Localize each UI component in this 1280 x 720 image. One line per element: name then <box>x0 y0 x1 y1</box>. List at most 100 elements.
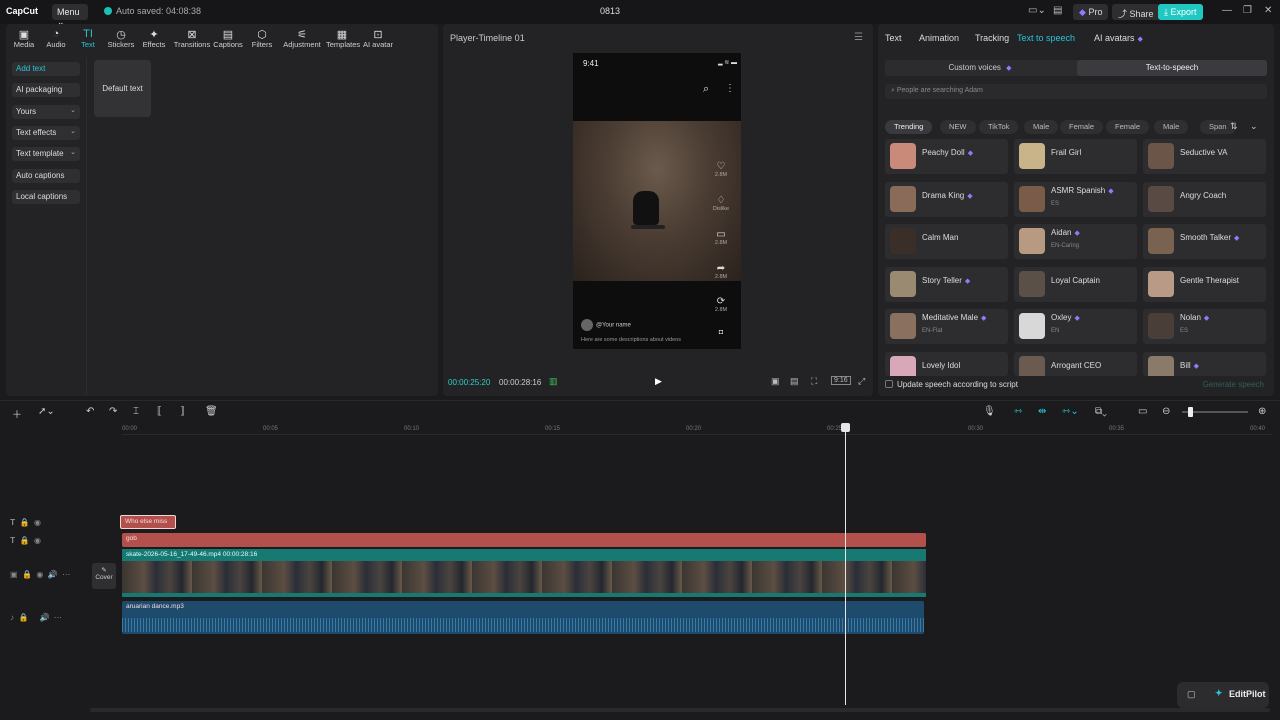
shortcut-icon[interactable]: ▤ <box>1053 5 1062 16</box>
video-clip[interactable] <box>122 561 926 596</box>
sidebar-item-text-template[interactable]: Text template ⌄ <box>12 147 80 162</box>
voice-card-arrogant-ceo[interactable]: Arrogant CEO <box>1014 351 1137 376</box>
voice-card-story-teller[interactable]: Story Teller ◆ <box>885 266 1008 302</box>
preview-quality-icon[interactable]: ▣ <box>771 376 780 387</box>
pro-button[interactable]: ◆ Pro <box>1073 4 1109 20</box>
tool-media[interactable]: ▣ Media <box>8 28 40 49</box>
tab-ai-avatars[interactable]: AI avatars ◆ <box>1094 33 1143 43</box>
audio-clip[interactable]: aruarian dance.mp3 <box>122 601 924 634</box>
export-button[interactable]: ⤓ Export <box>1158 4 1203 20</box>
audio-track-controls[interactable]: ♪ 🔒 🔊 ⋯ <box>10 613 62 622</box>
text-clip-2[interactable]: gob <box>122 533 926 547</box>
aspect-ratio-button[interactable]: 9:16 <box>831 376 851 385</box>
voice-card-seductive-va[interactable]: Seductive VA <box>1143 139 1266 174</box>
main-track-magnet-icon[interactable]: ⇿ <box>1014 406 1022 417</box>
redo-icon[interactable]: ↷ <box>109 406 117 417</box>
video-track-controls[interactable]: ▣ 🔒 ◉ 🔊 ⋯ <box>10 570 70 579</box>
timeline-scrollbar[interactable] <box>90 708 1270 712</box>
text-clip-1[interactable]: Who else miss <box>120 515 176 529</box>
record-voice-icon[interactable]: 🎙 <box>983 406 996 417</box>
voice-card-drama-king[interactable]: Drama King ◆ <box>885 181 1008 217</box>
filter-chip-female[interactable]: Female <box>1060 120 1104 134</box>
editpilot-button[interactable]: ▢ ✦ EditPilot <box>1177 682 1269 708</box>
filter-chip-male[interactable]: Male <box>1024 120 1059 134</box>
fullscreen-icon[interactable]: ⤢ <box>858 376 865 387</box>
filter-chip-tiktok[interactable]: TikTok <box>979 120 1019 134</box>
voice-card-oxley[interactable]: Oxley ◆ EN <box>1014 309 1137 344</box>
voice-card-loyal-captain[interactable]: Loyal Captain <box>1014 266 1137 302</box>
share-button[interactable]: ⤴ Share <box>1112 4 1160 20</box>
tool-audio[interactable]: ◔ Audio <box>40 28 72 49</box>
tts-tab[interactable]: Text-to-speech <box>1077 60 1267 76</box>
playhead-handle[interactable] <box>841 423 850 432</box>
undo-icon[interactable]: ↶ <box>86 406 94 417</box>
add-track-icon[interactable]: ＋ <box>12 406 22 421</box>
default-text-card[interactable]: Default text <box>94 60 151 117</box>
zoom-in-icon[interactable]: ⊕ <box>1258 406 1266 417</box>
caption-icon[interactable]: ▭ <box>1138 406 1147 417</box>
voice-card-angry-coach[interactable]: Angry Coach <box>1143 181 1266 217</box>
split-icon[interactable]: ⌶ <box>133 406 139 417</box>
voice-card-lovely-idol[interactable]: Lovely Idol <box>885 351 1008 376</box>
tab-animation[interactable]: Animation <box>919 33 959 43</box>
voice-card-peachy-doll[interactable]: Peachy Doll ◆ <box>885 139 1008 174</box>
filter-chip-trending[interactable]: Trending <box>885 120 933 134</box>
tool-effects[interactable]: ✦ Effects <box>138 28 170 49</box>
video-clip-label[interactable]: skate-2026-05-16_17-49-46.mp4 00:00:28:1… <box>122 549 926 561</box>
close-icon[interactable]: ✕ <box>1264 5 1272 16</box>
voice-card-calm-man[interactable]: Calm Man <box>885 224 1008 259</box>
tool-text[interactable]: TI Text <box>72 28 104 49</box>
zoom-fit-icon[interactable]: ⛶ <box>811 376 817 387</box>
restore-icon[interactable]: ❐ <box>1243 5 1252 16</box>
sidebar-item-text-effects[interactable]: Text effects ⌄ <box>12 125 80 140</box>
voice-card-smooth-talker[interactable]: Smooth Talker ◆ <box>1143 224 1266 259</box>
sidebar-item-yours[interactable]: Yours ⌄ <box>12 104 80 119</box>
tool-stickers[interactable]: ◷ Stickers <box>105 28 137 49</box>
tool-transitions[interactable]: ⊠ Transitions <box>172 28 212 49</box>
tab-text[interactable]: Text <box>885 33 902 43</box>
voice-card-bill[interactable]: Bill ◆ <box>1143 351 1266 376</box>
preview-axis-icon[interactable]: ⧉⌄ <box>1095 406 1107 417</box>
delete-icon[interactable]: 🗑 <box>205 406 218 417</box>
voice-card-gentle-therapist[interactable]: Gentle Therapist <box>1143 266 1266 302</box>
voice-search-input[interactable]: ⌕ People are searching Adam <box>885 84 1267 99</box>
text-track-2-controls[interactable]: 𝐓 🔒 ◉ <box>10 536 41 546</box>
play-button[interactable]: ▶ <box>655 376 662 387</box>
tool-ai-avatar[interactable]: ⊡ AI avatar <box>362 28 394 49</box>
sidebar-item-local-captions[interactable]: Local captions <box>12 189 80 204</box>
project-name[interactable]: 0813 <box>600 6 620 16</box>
timeline-ruler[interactable]: 00:00 00:05 00:10 00:15 00:20 00:25 00:30 00:35… <box>122 425 1272 435</box>
zoom-slider-handle[interactable] <box>1188 407 1193 417</box>
filter-chip-male[interactable]: Male <box>1154 120 1189 134</box>
zoom-out-icon[interactable]: ⊖ <box>1162 406 1170 417</box>
text-track-1-controls[interactable]: 𝐓 🔒 ◉ <box>10 518 41 528</box>
voice-card-nolan[interactable]: Nolan ◆ ES <box>1143 309 1266 344</box>
filter-chip-female[interactable]: Female <box>1106 120 1150 134</box>
tab-tracking[interactable]: Tracking <box>975 33 1009 43</box>
linkage-icon[interactable]: ⇿⌄ <box>1062 406 1079 417</box>
tool-adjustment[interactable]: ⚟ Adjustment <box>280 28 324 49</box>
minimize-icon[interactable]: — <box>1222 5 1232 16</box>
cover-button[interactable]: ✎ Cover <box>92 563 116 589</box>
custom-voices-tab[interactable]: Custom voices ◆ <box>885 60 1075 76</box>
update-speech-checkbox[interactable]: Update speech according to script <box>885 380 1018 389</box>
trim-right-icon[interactable]: ⟧ <box>180 406 185 417</box>
sidebar-item-auto-captions[interactable]: Auto captions <box>12 168 80 183</box>
fullres-icon[interactable]: ▤ <box>790 376 799 387</box>
tab-text-to-speech[interactable]: Text to speech <box>1017 33 1075 43</box>
trim-left-icon[interactable]: ⟦ <box>157 406 162 417</box>
auto-snap-icon[interactable]: ⇹ <box>1038 406 1046 417</box>
voice-card-meditative-male[interactable]: Meditative Male ◆ EN-Flat <box>885 309 1008 344</box>
menu-button[interactable]: Menu ⌄ <box>52 4 88 27</box>
filter-dropdown-icon[interactable]: ⌄ <box>1250 121 1258 132</box>
sidebar-item-ai-packaging[interactable]: AI packaging <box>12 83 80 98</box>
voice-card-aidan[interactable]: Aidan ◆ EN-Caring <box>1014 224 1137 259</box>
select-tool-icon[interactable]: ➚⌄ <box>38 406 55 417</box>
generate-speech-button[interactable]: Generate speech <box>1203 380 1264 389</box>
tool-templates[interactable]: ▦ Templates <box>326 28 360 49</box>
voice-card-frail-girl[interactable]: Frail Girl <box>1014 139 1137 174</box>
layout-icon[interactable]: ▭⌄ <box>1028 5 1046 16</box>
sort-icon[interactable]: ⇅ <box>1230 121 1238 132</box>
tool-filters[interactable]: ⬡ Filters <box>246 28 278 49</box>
filter-chip-new[interactable]: NEW <box>940 120 976 134</box>
